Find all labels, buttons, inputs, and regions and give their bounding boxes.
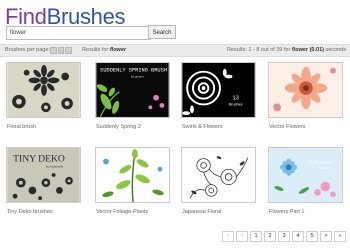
page-3-button[interactable]: 3	[278, 231, 290, 242]
thumb-title: TINY DEKO	[13, 154, 65, 165]
results-count: Results: 1 - 8 out of 39 for flower (0.0…	[227, 47, 346, 53]
result-thumbnail[interactable]: 11 brushes by aikon	[268, 147, 343, 203]
search-button[interactable]: Search	[148, 25, 176, 39]
result-thumbnail[interactable]: 13 Brushes	[181, 62, 256, 118]
last-page-button[interactable]: »	[334, 231, 346, 242]
results-bar: Brushes per page: Results for flower Res…	[0, 44, 350, 57]
floral-brush-image	[7, 63, 80, 117]
query-text: flower	[109, 47, 127, 53]
page-1-button[interactable]: 1	[250, 231, 262, 242]
prev-page-button[interactable]: <	[236, 231, 248, 242]
vector-foliage-image	[96, 148, 169, 202]
result-thumbnail[interactable]	[95, 147, 170, 203]
thumb-title: SUDDENLY SPRING BRUSH	[100, 68, 167, 74]
flowers-part1-image: 11 brushes by aikon	[269, 148, 342, 202]
search-input[interactable]	[6, 26, 151, 40]
thumb-subtitle: by gbright	[131, 74, 144, 78]
per-page-toggle[interactable]	[50, 47, 73, 54]
thumb-title: 11 brushes	[308, 159, 332, 165]
page-5-button[interactable]: 5	[306, 231, 318, 242]
japanese-floral-image	[182, 148, 255, 202]
result-caption[interactable]: Swirls & Flowers	[182, 124, 223, 130]
thumb-number: 13	[232, 96, 238, 102]
swirls-flowers-image: 13 Brushes	[182, 63, 255, 117]
result-caption[interactable]: Floral brush	[7, 124, 36, 130]
result-caption[interactable]: Vector Flowers	[269, 124, 305, 130]
page-4-button[interactable]: 4	[292, 231, 304, 242]
result-thumbnail[interactable]: SUDDENLY SPRING BRUSH by gbright	[95, 62, 170, 118]
result-caption[interactable]: Suddenly Spring 2	[96, 124, 141, 130]
result-caption[interactable]: Japanese Floral	[182, 209, 221, 215]
suddenly-spring-image: SUDDENLY SPRING BRUSH by gbright	[96, 63, 169, 117]
result-thumbnail[interactable]	[268, 62, 343, 118]
result-caption[interactable]: Vector Foliage-Plants	[96, 209, 148, 215]
thumb-subtitle: by aikon	[319, 166, 330, 170]
result-thumbnail[interactable]: TINY DEKO by mahnoelle	[6, 147, 81, 203]
thumb-subtitle: by mahnoelle	[46, 164, 64, 168]
result-thumbnail[interactable]	[6, 62, 81, 118]
vector-flowers-image	[269, 63, 342, 117]
results-for-label: Results for flower	[82, 47, 127, 53]
first-page-button[interactable]: «	[222, 231, 234, 242]
result-caption[interactable]: Tiny Deko brushes	[7, 209, 53, 215]
next-page-button[interactable]: >	[320, 231, 332, 242]
result-thumbnail[interactable]	[181, 147, 256, 203]
per-page-label: Brushes per page:	[5, 47, 50, 53]
page-2-button[interactable]: 2	[264, 231, 276, 242]
result-caption[interactable]: Flowers Part 1	[269, 209, 304, 215]
thumb-subtitle: Brushes	[229, 102, 243, 106]
tiny-deko-image: TINY DEKO by mahnoelle	[7, 148, 80, 202]
pagination: « < 1 2 3 4 5 > »	[222, 231, 346, 242]
